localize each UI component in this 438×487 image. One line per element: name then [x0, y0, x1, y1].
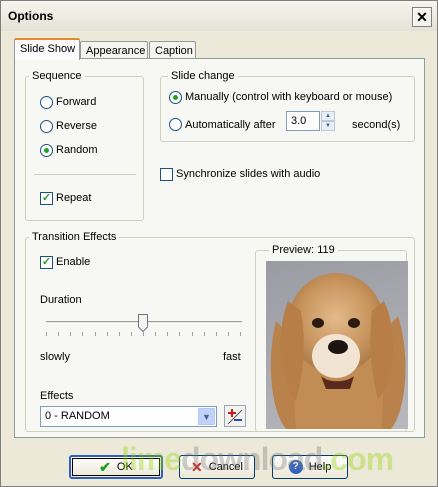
checkmark-icon: ✔ [99, 458, 111, 475]
slow-label: slowly [40, 351, 70, 363]
sync-audio-checkbox[interactable] [160, 168, 173, 181]
window-title: Options [8, 9, 54, 23]
spin-up-icon[interactable]: ▲ [321, 111, 335, 121]
reverse-label: Reverse [56, 120, 97, 132]
slider-tick [95, 332, 96, 336]
slider-tick [119, 332, 120, 336]
manual-radio[interactable] [169, 91, 182, 104]
sequence-group-label: Sequence [29, 70, 85, 82]
close-icon: ✕ [416, 9, 428, 25]
preview-label: Preview: 119 [269, 244, 338, 256]
seconds-spinner[interactable]: ▲ ▼ [321, 111, 335, 131]
duration-slider-thumb[interactable] [138, 314, 148, 332]
slider-tick [216, 332, 217, 336]
plus-minus-icon [227, 409, 243, 425]
cancel-button[interactable]: ✕ Cancel [179, 455, 255, 479]
sync-audio-label: Synchronize slides with audio [176, 168, 321, 180]
slider-tick [179, 332, 180, 336]
random-radio[interactable] [40, 144, 53, 157]
reverse-radio[interactable] [40, 120, 53, 133]
tab-slide-show[interactable]: Slide Show [14, 38, 80, 60]
cross-icon: ✕ [191, 458, 203, 475]
repeat-checkbox[interactable]: ✓ [40, 192, 53, 205]
slider-tick [167, 332, 168, 336]
help-label: Help [308, 461, 332, 473]
effects-select[interactable]: 0 - RANDOM ▼ [40, 406, 217, 427]
slider-tick [240, 332, 241, 336]
seconds-unit-label: second(s) [352, 119, 401, 131]
ok-label: OK [116, 461, 133, 473]
slider-tick [107, 332, 108, 336]
auto-label: Automatically after [185, 119, 276, 131]
close-button[interactable]: ✕ [412, 7, 432, 27]
slider-tick [58, 332, 59, 336]
preview-image [266, 261, 408, 429]
duration-label: Duration [40, 294, 82, 306]
random-label: Random [56, 144, 98, 156]
slider-tick [131, 332, 132, 336]
slider-tick [192, 332, 193, 336]
slide-change-group [160, 76, 415, 142]
auto-radio[interactable] [169, 118, 182, 131]
slide-change-group-label: Slide change [168, 70, 238, 82]
enable-label: Enable [56, 256, 91, 268]
slider-tick [155, 332, 156, 336]
options-dialog: Options ✕ Slide Show Appearance Caption … [0, 0, 438, 487]
slider-tick [70, 332, 71, 336]
manual-label: Manually (control with keyboard or mouse… [185, 91, 393, 103]
fast-label: fast [223, 351, 241, 363]
tab-label: Appearance [86, 45, 146, 57]
chevron-down-icon[interactable]: ▼ [198, 408, 215, 425]
effects-selected-value: 0 - RANDOM [45, 410, 110, 422]
cancel-label: Cancel [208, 461, 243, 473]
effects-label: Effects [40, 390, 74, 402]
forward-label: Forward [56, 96, 97, 108]
help-icon: ? [288, 460, 303, 474]
dog-photo [270, 273, 406, 429]
slider-tick [82, 332, 83, 336]
edit-effects-button[interactable] [224, 405, 246, 427]
slider-tick [228, 332, 229, 336]
slider-tick [46, 332, 47, 336]
tab-label: Caption [155, 45, 193, 57]
repeat-label: Repeat [56, 192, 92, 204]
help-button[interactable]: ? Help [272, 455, 348, 479]
transition-group-label: Transition Effects [29, 231, 120, 243]
enable-checkbox[interactable]: ✓ [40, 256, 53, 269]
tab-label: Slide Show [20, 43, 76, 55]
title-bar[interactable]: Options ✕ [1, 1, 437, 31]
sequence-divider [34, 174, 136, 175]
spin-down-icon[interactable]: ▼ [321, 121, 335, 131]
forward-radio[interactable] [40, 96, 53, 109]
seconds-input[interactable]: 3.0 [286, 111, 320, 131]
slider-tick [204, 332, 205, 336]
ok-button[interactable]: ✔ OK [69, 455, 163, 479]
slider-tick [143, 332, 144, 336]
